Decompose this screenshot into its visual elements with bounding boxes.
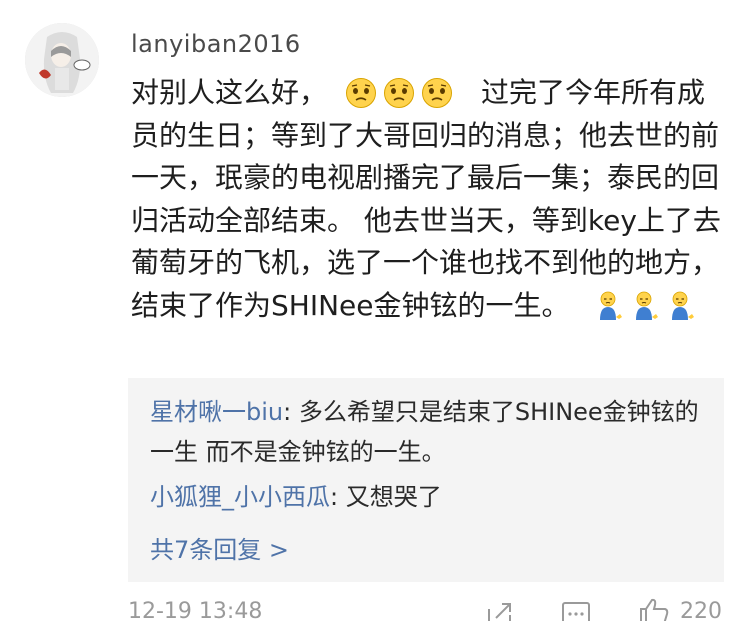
avatar-illustration [25, 23, 99, 97]
reply-item[interactable]: 小狐狸_小小西瓜: 又想哭了 [150, 477, 442, 517]
like-icon[interactable] [638, 597, 670, 621]
like-count: 220 [680, 599, 722, 621]
reply-username[interactable]: 小狐狸_小小西瓜 [150, 483, 330, 511]
kneeling-figure-icon [671, 291, 694, 320]
comment-text-intro: 对别人这么好， [131, 76, 328, 109]
sad-face-icon [422, 78, 453, 108]
comment-text: 对别人这么好， 过完了今年所有成员的生日；等到了大哥回归的消息；他去世的前一天，珉… [131, 72, 731, 327]
replies-panel[interactable]: 星材啾一biu: 多么希望只是结束了SHINee金钟铉的一生 而不是金钟铉的一生… [128, 378, 724, 582]
comment-footer: 12-19 13:48 220 [0, 597, 749, 621]
comment-username[interactable]: lanyiban2016 [131, 30, 301, 58]
reply-item[interactable]: 星材啾一biu: 多么希望只是结束了SHINee金钟铉的一生 而不是金钟铉的一生… [150, 392, 710, 472]
comment-icon[interactable] [561, 601, 591, 621]
kneeling-figure-icon [599, 291, 622, 320]
sad-face-icon [384, 78, 415, 108]
more-replies-link[interactable]: 共7条回复 > [150, 530, 289, 570]
avatar[interactable] [25, 23, 99, 97]
reply-text: 又想哭了 [345, 483, 442, 511]
timestamp: 12-19 13:48 [128, 599, 263, 621]
reply-colon: : [283, 398, 299, 426]
share-icon[interactable] [486, 601, 514, 621]
kneeling-figure-icon [635, 291, 658, 320]
comment-text-body: 过完了今年所有成员的生日；等到了大哥回归的消息；他去世的前一天，珉豪的电视剧播完… [131, 76, 721, 322]
reply-colon: : [330, 483, 346, 511]
reply-username[interactable]: 星材啾一biu [150, 398, 283, 426]
sad-face-icon [346, 78, 377, 108]
